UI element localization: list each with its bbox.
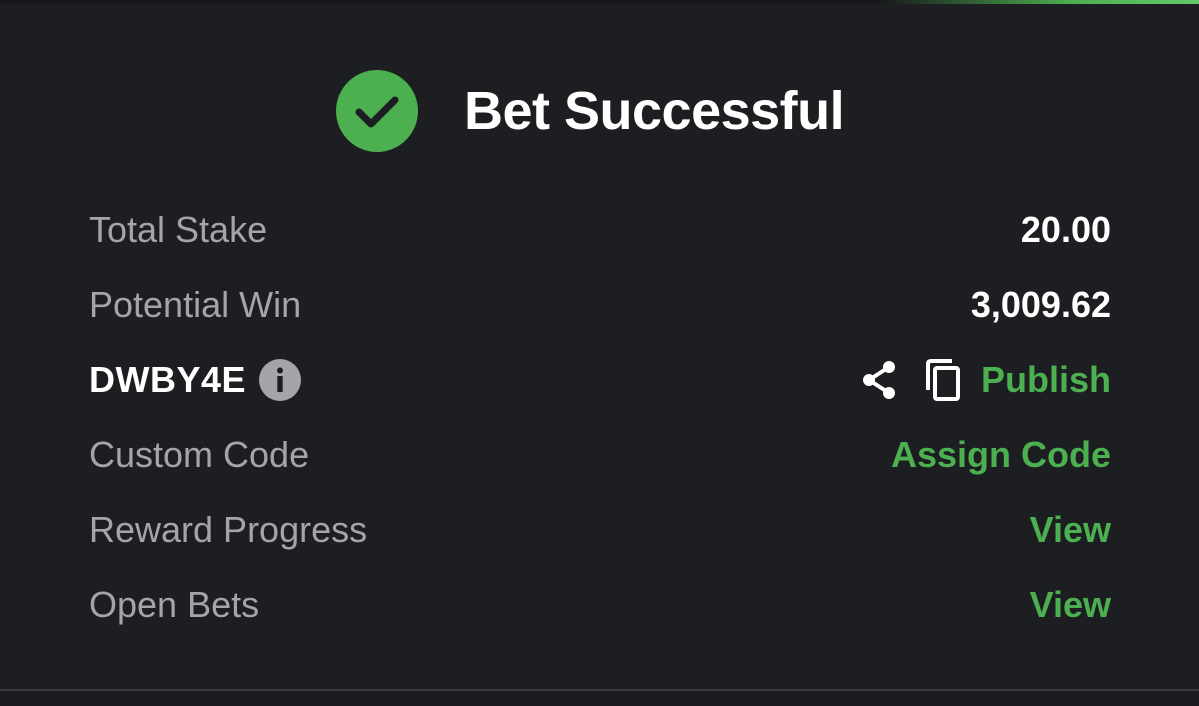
open-bets-label: Open Bets	[89, 583, 260, 625]
bet-details: Total Stake 20.00 Potential Win 3,009.62…	[89, 192, 1111, 642]
cut-off-text	[96, 0, 105, 4]
page-title: Bet Successful	[464, 81, 845, 141]
publish-button[interactable]: Publish	[981, 359, 1111, 401]
open-bets-view-link[interactable]: View	[1030, 584, 1111, 626]
potential-win-label: Potential Win	[89, 283, 302, 325]
total-stake-row: Total Stake 20.00	[89, 192, 1111, 267]
reward-progress-label: Reward Progress	[89, 508, 368, 550]
info-icon[interactable]	[258, 358, 302, 402]
custom-code-row: Custom Code Assign Code	[89, 417, 1111, 492]
booking-actions: Publish	[859, 358, 1111, 402]
potential-win-row: Potential Win 3,009.62	[89, 267, 1111, 342]
copy-icon[interactable]	[923, 358, 965, 402]
bottom-strip	[0, 691, 1199, 706]
booking-code-row: DWBY4E Publish	[89, 342, 1111, 417]
success-header: Bet Successful	[336, 70, 845, 152]
reward-progress-row: Reward Progress View	[89, 492, 1111, 567]
reward-progress-view-link[interactable]: View	[1030, 509, 1111, 551]
top-accent-bar	[880, 0, 1199, 4]
total-stake-value: 20.00	[1020, 208, 1111, 250]
share-icon[interactable]	[859, 358, 899, 402]
custom-code-label: Custom Code	[89, 433, 310, 475]
assign-code-button[interactable]: Assign Code	[891, 434, 1111, 476]
potential-win-value: 3,009.62	[970, 283, 1111, 325]
open-bets-row: Open Bets View	[89, 567, 1111, 642]
total-stake-label: Total Stake	[89, 208, 268, 250]
check-circle-icon	[336, 70, 418, 152]
booking-code: DWBY4E	[89, 358, 247, 400]
booking-code-group: DWBY4E	[89, 358, 302, 402]
